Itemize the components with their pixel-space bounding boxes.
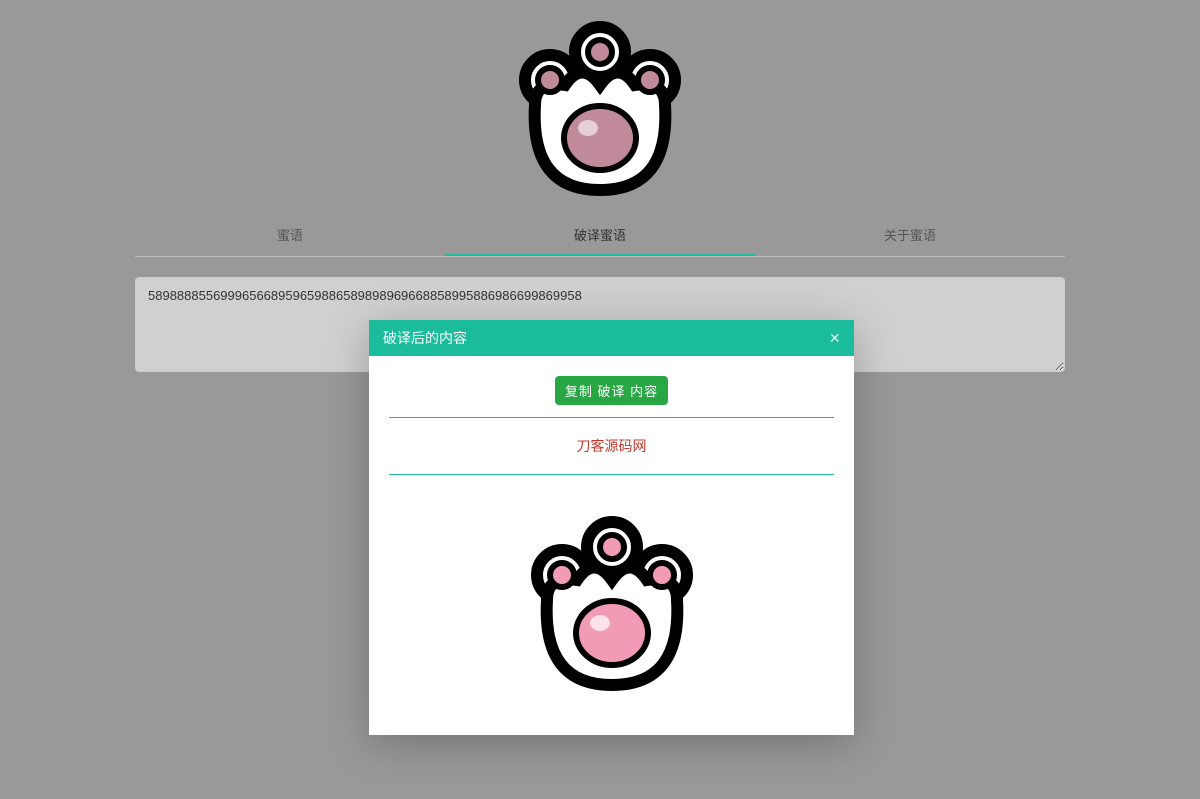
- modal-header: 破译后的内容 ×: [369, 320, 854, 356]
- copy-decoded-button[interactable]: 复制 破译 内容: [555, 376, 668, 405]
- modal-title: 破译后的内容: [383, 328, 467, 348]
- modal-paw-logo: [389, 505, 834, 705]
- decode-result-modal: 破译后的内容 × 复制 破译 内容 刀客源码网: [369, 320, 854, 735]
- decoded-text: 刀客源码网: [577, 438, 647, 454]
- close-icon[interactable]: ×: [829, 329, 840, 347]
